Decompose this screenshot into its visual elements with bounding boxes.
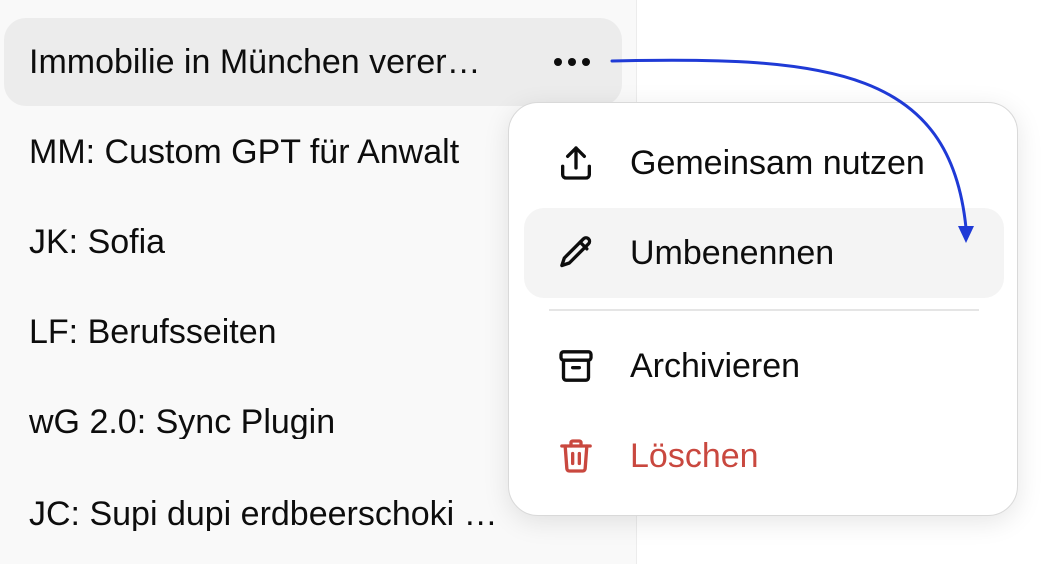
menu-item-archive[interactable]: Archivieren [524, 321, 1004, 411]
menu-item-label: Löschen [630, 436, 759, 475]
menu-item-label: Gemeinsam nutzen [630, 143, 925, 182]
menu-divider [549, 309, 979, 311]
chat-item-label: JK: Sofia [29, 225, 166, 259]
menu-item-label: Archivieren [630, 346, 801, 385]
chat-item-label: wG 2.0: Sync Plugin [29, 405, 336, 439]
chat-context-menu: Gemeinsam nutzen Umbenennen Archivieren [508, 102, 1018, 516]
menu-item-rename[interactable]: Umbenennen [524, 208, 1004, 298]
chat-item-immobilie[interactable]: Immobilie in München verer… [4, 18, 622, 106]
menu-item-share[interactable]: Gemeinsam nutzen [524, 118, 1004, 208]
chat-item-label: MM: Custom GPT für Anwalt [29, 135, 460, 169]
share-icon [554, 141, 598, 185]
archive-icon [554, 344, 598, 388]
menu-item-label: Umbenennen [630, 233, 835, 272]
menu-item-delete[interactable]: Löschen [524, 411, 1004, 501]
more-options-button[interactable] [552, 18, 592, 106]
chat-item-label: Immobilie in München verer… [29, 45, 481, 79]
chat-item-label: LF: Berufsseiten [29, 315, 277, 349]
ellipsis-icon [554, 58, 590, 66]
pencil-icon [554, 231, 598, 275]
chat-item-label: JC: Supi dupi erdbeerschoki … [29, 497, 498, 531]
trash-icon [554, 434, 598, 478]
